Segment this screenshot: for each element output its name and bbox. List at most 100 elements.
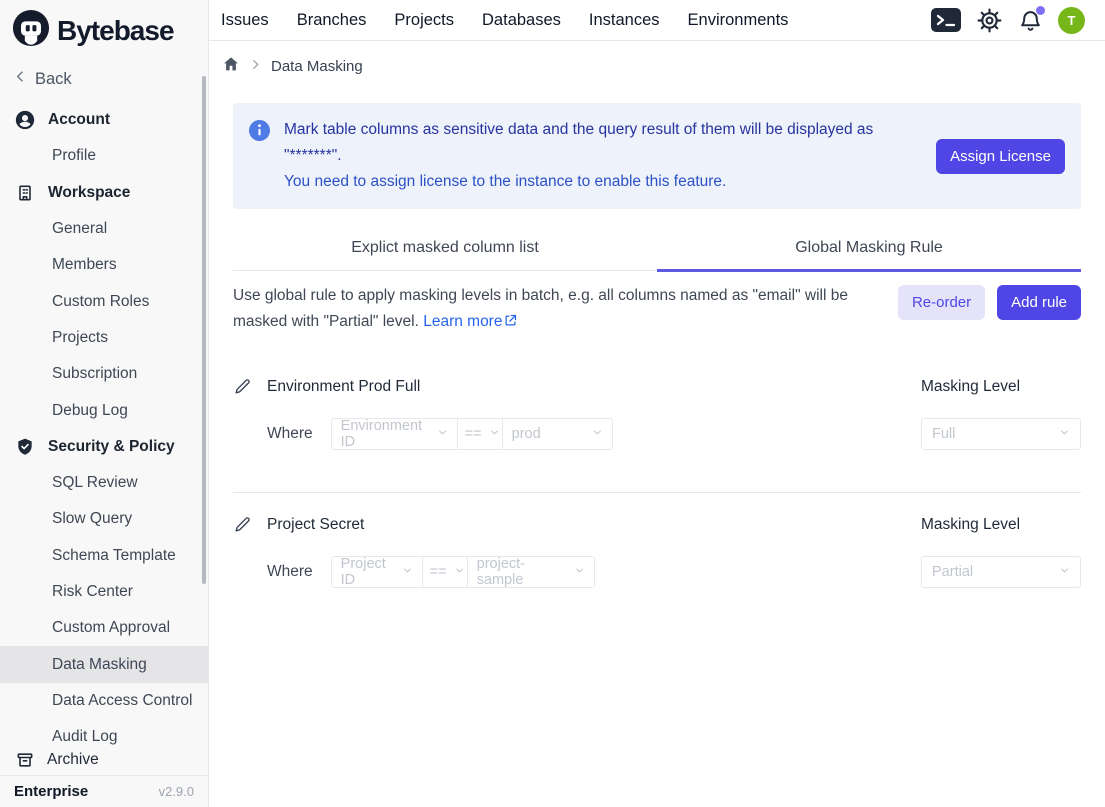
bytebase-app: Bytebase Back Account Profile Workspace	[0, 0, 1105, 807]
masking-level-select[interactable]: Full	[921, 418, 1081, 450]
settings-sidebar: Bytebase Back Account Profile Workspace	[0, 0, 209, 807]
building-icon	[14, 183, 36, 203]
rule-2-condition-row: Where Project ID == project-sample	[233, 556, 1081, 588]
notifications-bell-icon[interactable]	[1018, 8, 1043, 33]
field-select[interactable]: Environment ID	[331, 418, 458, 450]
sidebar-item-data-masking[interactable]: Data Masking	[0, 646, 208, 682]
masking-level-select[interactable]: Partial	[921, 556, 1081, 588]
rule-title: Environment Prod Full	[267, 378, 420, 396]
info-icon	[249, 120, 270, 146]
sidebar-item-debug-log[interactable]: Debug Log	[0, 392, 208, 428]
sidebar-item-archive[interactable]: Archive	[0, 745, 208, 775]
breadcrumb: Data Masking	[209, 41, 1105, 77]
notification-dot	[1036, 6, 1045, 15]
banner-text: Mark table columns as sensitive data and…	[284, 117, 922, 195]
banner-line-2: You need to assign license to the instan…	[284, 169, 922, 195]
add-rule-button[interactable]: Add rule	[997, 285, 1081, 320]
brand-logo[interactable]: Bytebase	[0, 0, 208, 56]
chevron-down-icon	[437, 426, 448, 442]
sidebar-group-workspace: Workspace	[0, 175, 208, 211]
sidebar-item-schema-template[interactable]: Schema Template	[0, 538, 208, 574]
nav-link-issues[interactable]: Issues	[221, 11, 269, 30]
rule-title: Project Secret	[267, 516, 364, 534]
tab-explict-masked-column-list[interactable]: Explict masked column list	[233, 227, 657, 270]
chevron-down-icon	[489, 426, 500, 442]
edit-pencil-icon[interactable]	[233, 515, 252, 534]
archive-box-icon	[14, 750, 36, 770]
sidebar-item-audit-log[interactable]: Audit Log	[0, 719, 208, 745]
sidebar-group-account: Account	[0, 102, 208, 138]
chevron-left-icon	[13, 69, 28, 89]
condition-expression: Environment ID == prod	[331, 418, 613, 450]
sidebar-item-custom-approval[interactable]: Custom Approval	[0, 610, 208, 646]
nav-link-environments[interactable]: Environments	[688, 11, 789, 30]
home-icon[interactable]	[222, 55, 240, 77]
shield-icon	[14, 437, 36, 457]
rule-actions: Re-order Add rule	[898, 283, 1081, 320]
sidebar-item-projects[interactable]: Projects	[0, 320, 208, 356]
nav-link-branches[interactable]: Branches	[297, 11, 367, 30]
value-select[interactable]: prod	[502, 418, 613, 450]
chevron-down-icon	[1059, 564, 1070, 580]
value-select[interactable]: project-sample	[467, 556, 595, 588]
plan-label: Enterprise	[14, 783, 88, 800]
field-select[interactable]: Project ID	[331, 556, 423, 588]
main-area: Issues Branches Projects Databases Insta…	[209, 0, 1105, 807]
avatar[interactable]: T	[1058, 7, 1085, 34]
masking-rule-card-1: Environment Prod Full Masking Level Wher…	[233, 377, 1081, 450]
sidebar-item-profile[interactable]: Profile	[0, 138, 208, 174]
nav-link-projects[interactable]: Projects	[394, 11, 454, 30]
sidebar-item-members[interactable]: Members	[0, 247, 208, 283]
reorder-button[interactable]: Re-order	[898, 285, 985, 320]
sidebar-item-subscription[interactable]: Subscription	[0, 356, 208, 392]
sidebar-item-risk-center[interactable]: Risk Center	[0, 574, 208, 610]
sidebar-item-custom-roles[interactable]: Custom Roles	[0, 283, 208, 319]
version-label: v2.9.0	[159, 784, 194, 799]
brand-wordmark: Bytebase	[57, 15, 174, 47]
back-label: Back	[35, 70, 72, 89]
assign-license-button[interactable]: Assign License	[936, 139, 1065, 174]
masking-level-label: Masking Level	[921, 516, 1081, 534]
sidebar-item-slow-query[interactable]: Slow Query	[0, 501, 208, 537]
sidebar-scrollbar[interactable]	[202, 76, 206, 584]
rule-2-header: Project Secret Masking Level	[233, 515, 1081, 534]
archive-label: Archive	[47, 751, 99, 769]
tab-global-masking-rule[interactable]: Global Masking Rule	[657, 227, 1081, 270]
external-link-icon	[503, 315, 518, 332]
learn-more-link[interactable]: Learn more	[423, 313, 518, 330]
rule-divider	[233, 492, 1081, 493]
top-header: Issues Branches Projects Databases Insta…	[209, 0, 1105, 41]
sidebar-group-security-policy: Security & Policy	[0, 429, 208, 465]
banner-line-1: Mark table columns as sensitive data and…	[284, 117, 922, 169]
operator-select[interactable]: ==	[457, 418, 503, 450]
rules-description: Use global rule to apply masking levels …	[233, 283, 898, 337]
where-label: Where	[267, 563, 313, 581]
sidebar-item-data-access-control[interactable]: Data Access Control	[0, 683, 208, 719]
condition-expression: Project ID == project-sample	[331, 556, 595, 588]
top-nav: Issues Branches Projects Databases Insta…	[221, 11, 788, 30]
nav-link-databases[interactable]: Databases	[482, 11, 561, 30]
page-content: Mark table columns as sensitive data and…	[209, 77, 1105, 588]
sidebar-footer: Enterprise v2.9.0	[0, 775, 208, 807]
edit-pencil-icon[interactable]	[233, 377, 252, 396]
operator-select[interactable]: ==	[422, 556, 468, 588]
chevron-down-icon	[574, 564, 585, 580]
sidebar-item-sql-review[interactable]: SQL Review	[0, 465, 208, 501]
chevron-right-icon	[249, 58, 262, 75]
nav-link-instances[interactable]: Instances	[589, 11, 660, 30]
chevron-down-icon	[592, 426, 603, 442]
chevron-down-icon	[454, 564, 465, 580]
bytebase-mascot-icon	[12, 9, 50, 52]
sidebar-item-general[interactable]: General	[0, 211, 208, 247]
masking-rule-card-2: Project Secret Masking Level Where Proje…	[233, 515, 1081, 588]
sql-editor-terminal-icon[interactable]	[931, 8, 961, 32]
rule-1-condition-row: Where Environment ID == prod	[233, 418, 1081, 450]
masking-level-label: Masking Level	[921, 378, 1081, 396]
user-icon	[14, 109, 36, 131]
sidebar-nav: Account Profile Workspace General Member…	[0, 92, 208, 745]
rule-1-header: Environment Prod Full Masking Level	[233, 377, 1081, 396]
masking-tabs: Explict masked column list Global Maskin…	[233, 227, 1081, 271]
header-actions: T	[931, 7, 1085, 34]
settings-gear-icon[interactable]	[976, 7, 1003, 34]
back-button[interactable]: Back	[13, 66, 208, 92]
